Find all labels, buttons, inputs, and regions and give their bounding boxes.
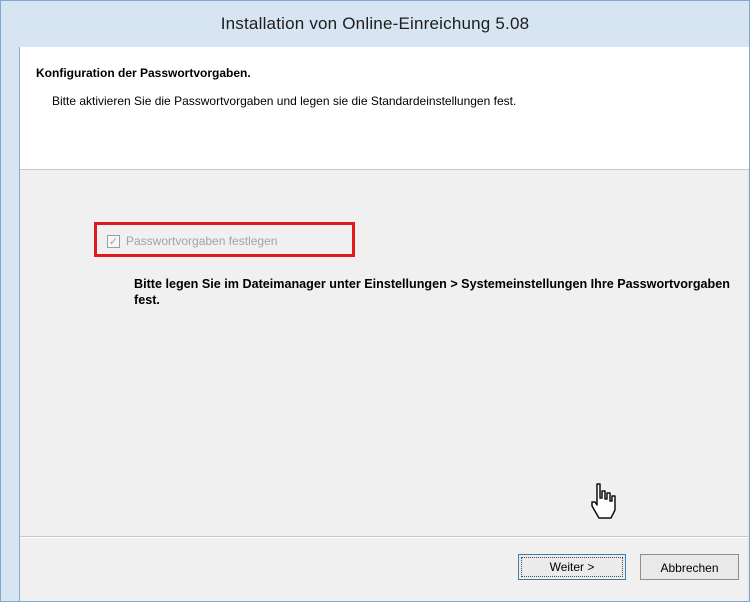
checkbox-check-icon: ✓ — [107, 235, 120, 248]
window-title: Installation von Online-Einreichung 5.08 — [220, 14, 530, 33]
header-panel: Konfiguration der Passwortvorgaben. Bitt… — [20, 47, 749, 170]
dialog-content: Konfiguration der Passwortvorgaben. Bitt… — [19, 47, 749, 601]
password-settings-checkbox[interactable]: ✓ Passwortvorgaben festlegen — [94, 222, 355, 257]
checkbox-label: Passwortvorgaben festlegen — [126, 234, 278, 248]
footer-divider-highlight — [20, 537, 749, 538]
password-instructions: Bitte legen Sie im Dateimanager unter Ei… — [134, 277, 730, 307]
installer-window: Installation von Online-Einreichung 5.08… — [0, 0, 750, 602]
header-description: Bitte aktivieren Sie die Passwortvorgabe… — [52, 94, 517, 108]
header-title: Konfiguration der Passwortvorgaben. — [36, 66, 251, 80]
title-bar[interactable]: Installation von Online-Einreichung 5.08 — [1, 1, 749, 47]
next-button[interactable]: Weiter > — [518, 554, 626, 580]
cancel-button[interactable]: Abbrechen — [640, 554, 739, 580]
next-button-label: Weiter > — [521, 557, 623, 577]
